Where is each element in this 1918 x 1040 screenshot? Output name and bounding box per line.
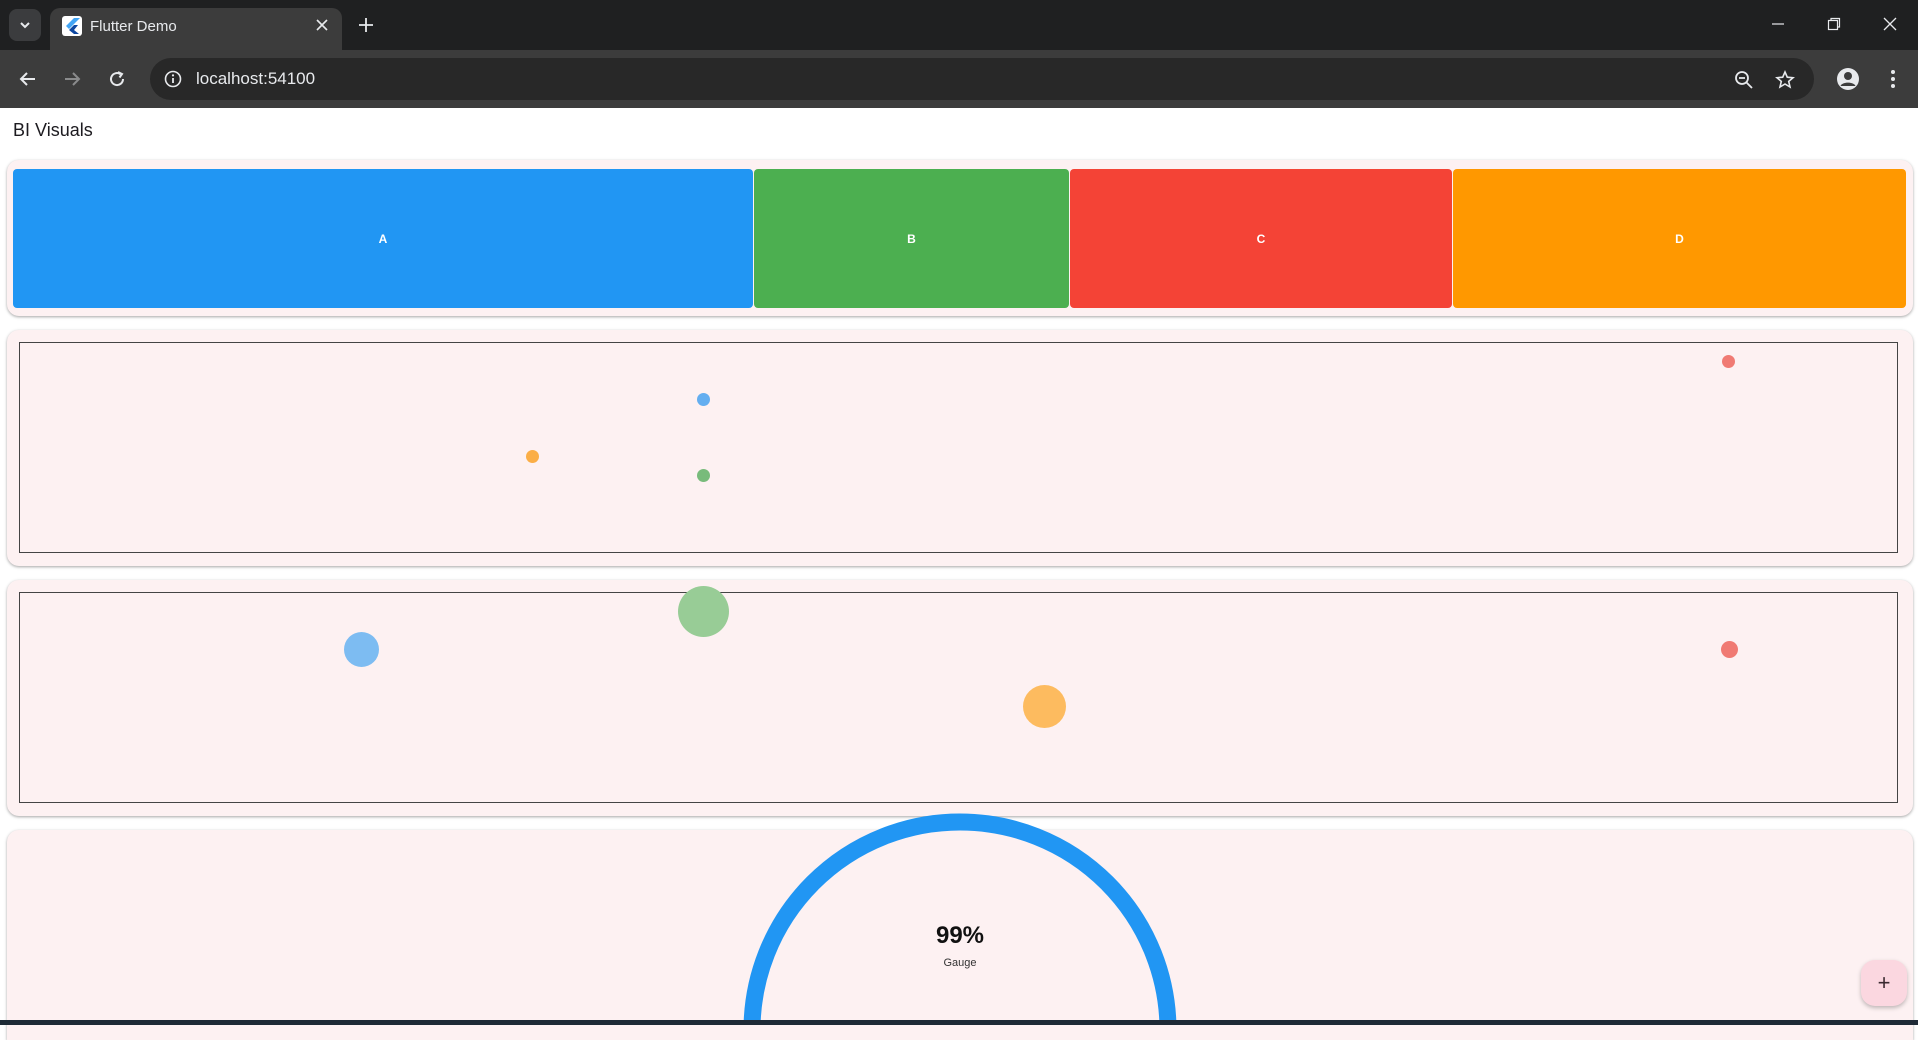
gauge-value: 99% bbox=[935, 922, 985, 949]
bubble-plot-area bbox=[19, 592, 1898, 803]
forward-button[interactable] bbox=[55, 62, 89, 96]
gauge-label: Gauge bbox=[943, 957, 977, 969]
tab-title: Flutter Demo bbox=[90, 18, 177, 35]
flutter-favicon-icon bbox=[62, 16, 82, 36]
arrow-left-icon bbox=[19, 72, 35, 86]
treemap-cell-a[interactable]: A bbox=[13, 169, 753, 308]
profile-avatar-icon bbox=[1837, 68, 1859, 90]
scatter-point-orange[interactable] bbox=[526, 450, 539, 463]
plus-icon: + bbox=[1877, 970, 1891, 995]
treemap-label-b: B bbox=[907, 231, 916, 246]
app-bar-title: BI Visuals bbox=[13, 120, 93, 140]
bubble-green[interactable] bbox=[678, 586, 729, 637]
treemap-label-a: A bbox=[378, 231, 388, 246]
restore-button[interactable] bbox=[1814, 8, 1854, 40]
close-tab-icon[interactable] bbox=[310, 13, 334, 37]
minimize-button[interactable] bbox=[1758, 8, 1798, 40]
scatter-point-green[interactable] bbox=[697, 469, 710, 482]
treemap-cell-b[interactable]: B bbox=[754, 169, 1069, 308]
add-fab-button[interactable]: + bbox=[1861, 960, 1907, 1006]
scatter-point-red[interactable] bbox=[1722, 355, 1735, 368]
zoom-icon[interactable] bbox=[1731, 67, 1757, 93]
scatter-plot-area bbox=[19, 342, 1898, 553]
reload-button[interactable] bbox=[100, 62, 134, 96]
minimize-icon bbox=[1772, 23, 1784, 25]
treemap-label-c: C bbox=[1256, 231, 1266, 246]
site-info-icon[interactable] bbox=[162, 68, 184, 90]
bubble-red[interactable] bbox=[1721, 641, 1738, 658]
close-window-button[interactable] bbox=[1870, 8, 1910, 40]
reload-icon bbox=[110, 71, 125, 87]
bubble-orange[interactable] bbox=[1023, 685, 1066, 728]
plus-icon bbox=[359, 18, 373, 32]
address-bar[interactable]: localhost:54100 bbox=[150, 58, 1814, 100]
bottom-edge bbox=[0, 1020, 1918, 1025]
scatter-point-blue[interactable] bbox=[697, 393, 710, 406]
treemap-cell-c[interactable]: C bbox=[1070, 169, 1452, 308]
treemap-label-d: D bbox=[1675, 231, 1684, 246]
tab-search-button[interactable] bbox=[9, 9, 41, 41]
treemap-cell-d[interactable]: D bbox=[1453, 169, 1906, 308]
close-icon bbox=[1883, 17, 1897, 31]
bookmark-star-icon[interactable] bbox=[1772, 67, 1798, 93]
new-tab-button[interactable] bbox=[350, 9, 382, 41]
url-text[interactable]: localhost:54100 bbox=[196, 69, 315, 89]
arrow-right-icon bbox=[65, 72, 81, 86]
browser-tab-active[interactable]: Flutter Demo bbox=[50, 8, 342, 50]
chevron-down-icon bbox=[20, 22, 30, 29]
bubble-blue[interactable] bbox=[344, 632, 379, 667]
browser-menu-button[interactable] bbox=[1876, 62, 1910, 96]
restore-icon bbox=[1827, 17, 1841, 31]
more-vert-icon bbox=[1891, 70, 1895, 88]
browser-toolbar: localhost:54100 bbox=[0, 50, 1918, 108]
back-button[interactable] bbox=[11, 62, 45, 96]
profile-button[interactable] bbox=[1831, 62, 1865, 96]
browser-tab-bar: Flutter Demo bbox=[0, 0, 1918, 50]
